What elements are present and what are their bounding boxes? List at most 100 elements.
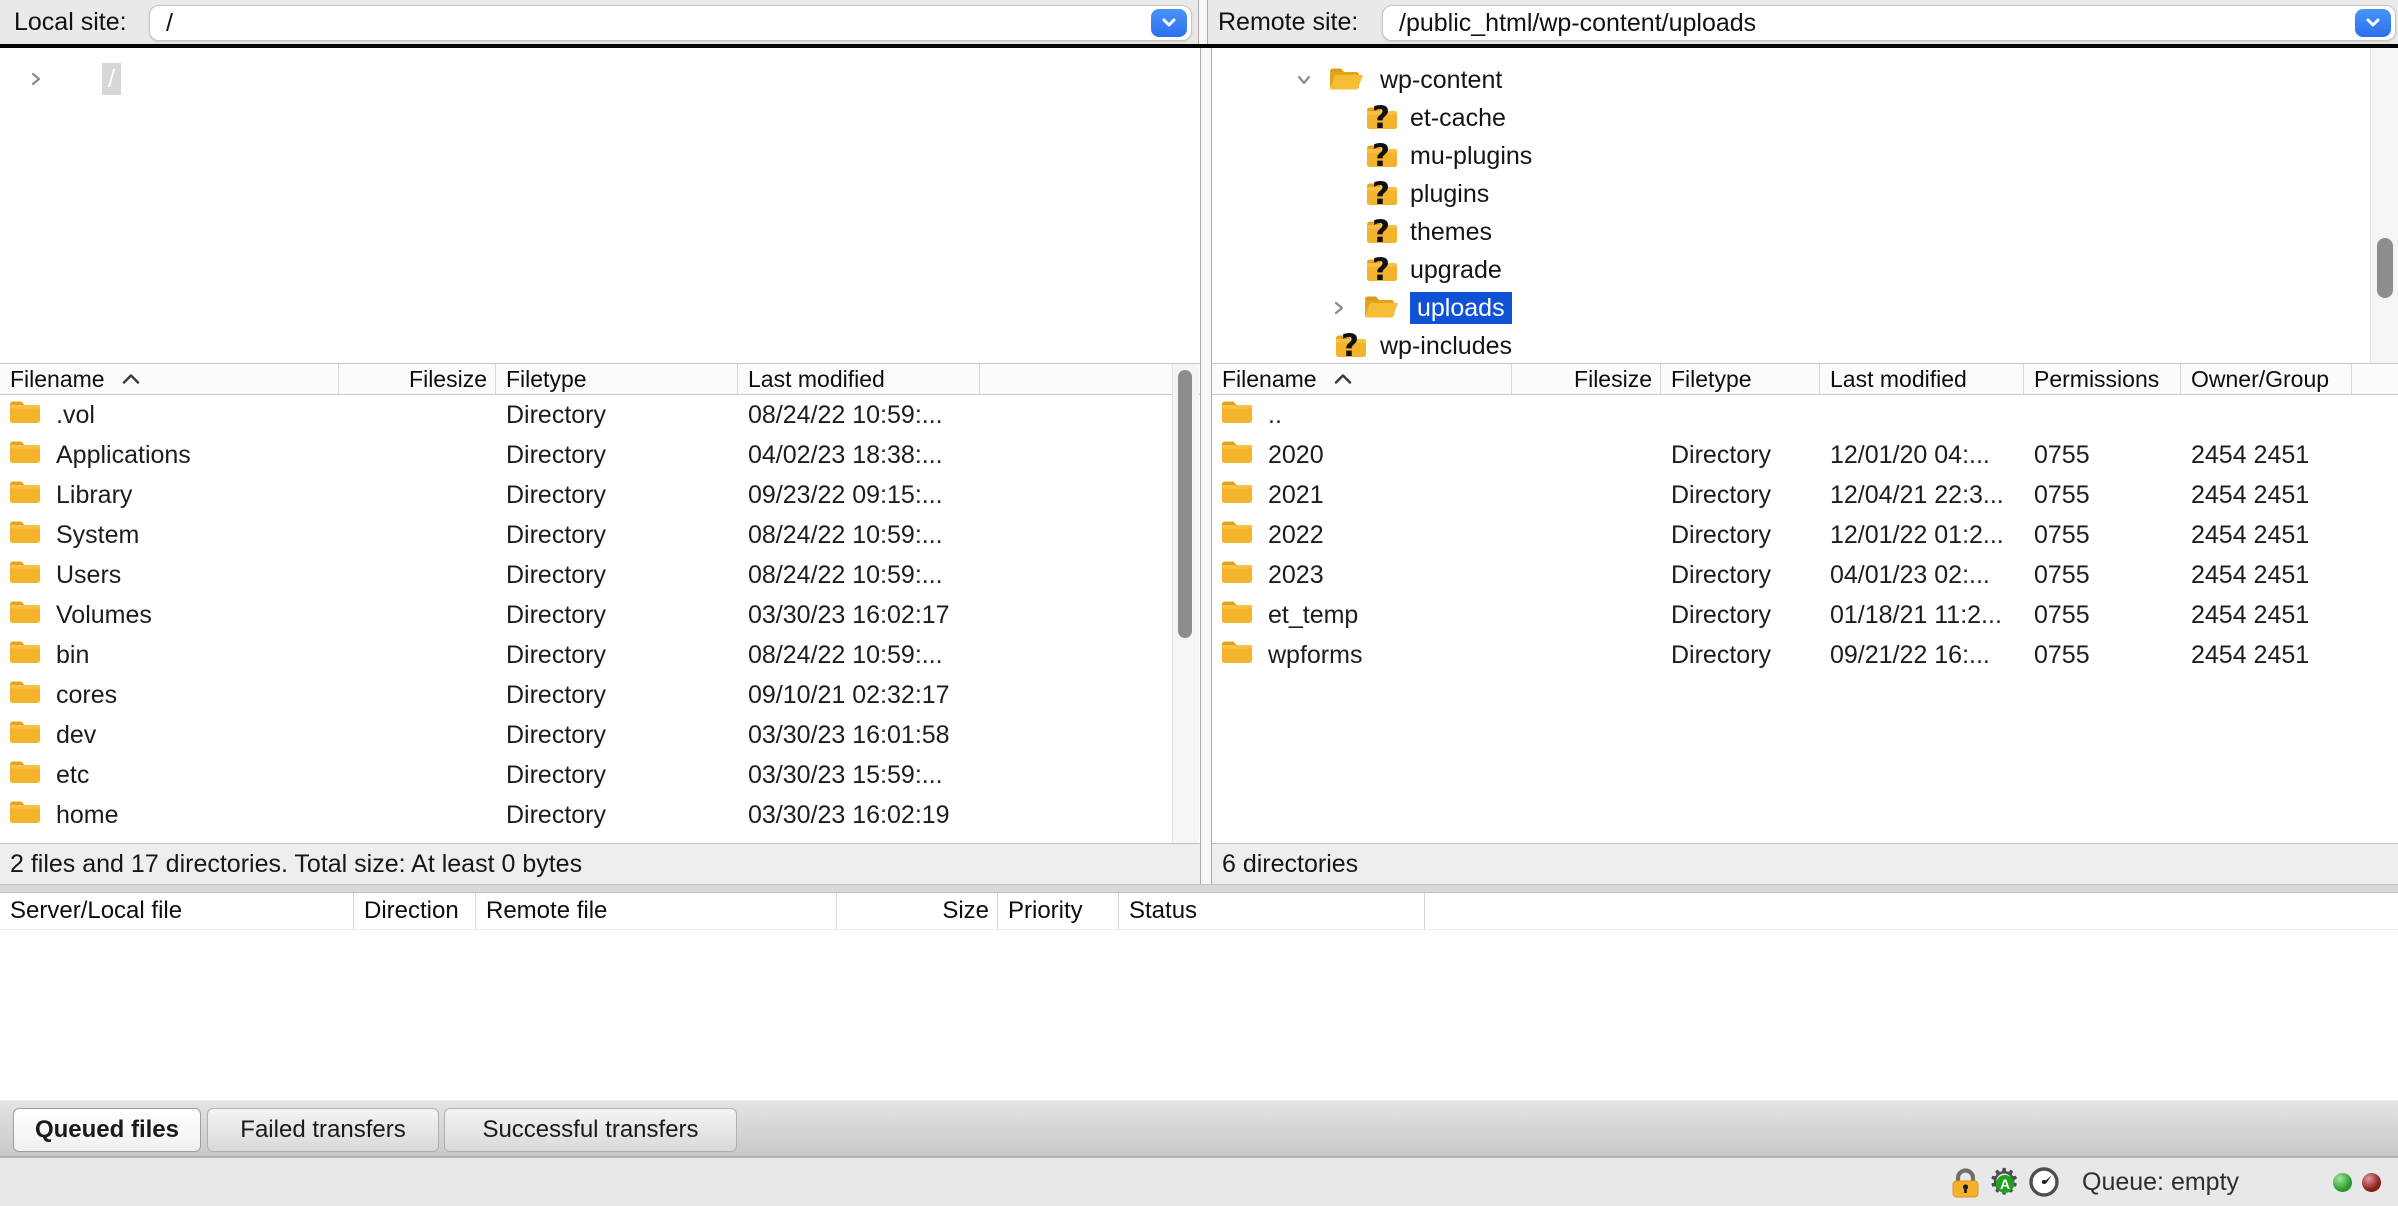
remote-list-header: Filename Filesize Filetype Last modified Per…	[1212, 363, 2398, 395]
tree-item-label: /	[102, 63, 121, 95]
lock-icon[interactable]	[1948, 1166, 1982, 1205]
file-row-Library[interactable]: Library Directory 09/23/22 09:15:...	[0, 475, 1200, 515]
file-row-Volumes[interactable]: Volumes Directory 03/30/23 16:02:17	[0, 595, 1200, 635]
gear-icon[interactable]: ⚙ A	[1988, 1165, 2022, 1201]
file-row-dev[interactable]: dev Directory 03/30/23 16:01:58	[0, 715, 1200, 755]
column-header-filename[interactable]: Filename	[1212, 364, 1512, 394]
remote-tree-scrollbar-thumb[interactable]	[2377, 238, 2393, 298]
horizontal-splitter[interactable]	[0, 884, 2398, 893]
folder-icon	[8, 558, 42, 593]
chevron-down-icon[interactable]	[1296, 72, 1312, 93]
remote-status-bar: 6 directories	[1212, 843, 2398, 884]
file-row-wpforms[interactable]: wpforms Directory 09/21/22 16:... 0755 2454 …	[1212, 635, 2398, 675]
column-header-filetype[interactable]: Filetype	[496, 364, 738, 394]
local-status-bar: 2 files and 17 directories. Total size: …	[0, 843, 1200, 884]
autoupdate-badge: A	[1996, 1175, 2014, 1193]
column-header-status[interactable]: Status	[1119, 893, 1425, 929]
green-light-indicator	[2333, 1173, 2352, 1192]
folder-question-icon: ?	[1365, 252, 1399, 289]
local-site-path: /	[166, 9, 173, 37]
file-row-2020[interactable]: 2020 Directory 12/01/20 04:... 0755 2454 245…	[1212, 435, 2398, 475]
local-list-header: Filename Filesize Filetype Last modified	[0, 363, 1200, 395]
tree-item-themes[interactable]: ? themes	[1212, 213, 2398, 251]
column-header-filesize[interactable]: Filesize	[339, 364, 496, 394]
chevron-down-icon	[2364, 14, 2382, 33]
column-header-server-local-file[interactable]: Server/Local file	[0, 893, 354, 929]
folder-icon	[1220, 438, 1254, 473]
remote-site-combobox[interactable]: /public_html/wp-content/uploads	[1382, 5, 2396, 41]
transfer-queue-list	[0, 930, 2398, 1100]
tab-queued-files[interactable]: Queued files	[13, 1108, 201, 1152]
column-header-size[interactable]: Size	[837, 893, 998, 929]
tree-item-uploads[interactable]: uploads	[1212, 289, 2398, 327]
queue-status-text: Queue: empty	[2082, 1168, 2240, 1196]
folder-open-icon	[1362, 292, 1402, 327]
tree-item-wp-includes[interactable]: ? wp-includes	[1212, 327, 2398, 363]
file-row-Applications[interactable]: Applications Directory 04/02/23 18:38:...	[0, 435, 1200, 475]
remote-file-list: .. 2020 Directory 12/01/20 04:... 0755 2454 …	[1212, 395, 2398, 843]
tree-item-root[interactable]: /	[0, 60, 1200, 98]
local-site-dropdown-button[interactable]	[1151, 9, 1187, 37]
folder-icon	[1220, 478, 1254, 513]
address-toolbar: Local site: / Remote site: /public_html/…	[0, 0, 2398, 48]
local-list-scrollbar[interactable]	[1172, 364, 1199, 843]
file-row-etc[interactable]: etc Directory 03/30/23 15:59:...	[0, 755, 1200, 795]
file-row-2021[interactable]: 2021 Directory 12/04/21 22:3... 0755 2454 24…	[1212, 475, 2398, 515]
column-header-direction[interactable]: Direction	[354, 893, 476, 929]
file-row-et_temp[interactable]: et_temp Directory 01/18/21 11:2... 0755 2454…	[1212, 595, 2398, 635]
folder-icon	[8, 598, 42, 633]
chevron-right-icon[interactable]	[1331, 300, 1347, 321]
tree-item-upgrade[interactable]: ? upgrade	[1212, 251, 2398, 289]
tree-item-et-cache[interactable]: ? et-cache	[1212, 99, 2398, 137]
sort-ascending-icon	[121, 373, 141, 385]
folder-question-icon: ?	[1365, 138, 1399, 175]
local-site-combobox[interactable]: /	[149, 5, 1192, 41]
file-row-2023[interactable]: 2023 Directory 04/01/23 02:... 0755 2454 245…	[1212, 555, 2398, 595]
tree-item-label: mu-plugins	[1410, 142, 1533, 170]
column-header-remote-file[interactable]: Remote file	[476, 893, 837, 929]
file-row-Users[interactable]: Users Directory 08/24/22 10:59:...	[0, 555, 1200, 595]
folder-icon	[8, 518, 42, 553]
tab-failed-transfers[interactable]: Failed transfers	[207, 1108, 439, 1152]
column-header-owner-group[interactable]: Owner/Group	[2181, 364, 2352, 394]
tree-item-label: wp-includes	[1380, 332, 1513, 360]
chevron-down-icon	[1160, 14, 1178, 33]
column-header-filename[interactable]: Filename	[0, 364, 339, 394]
tree-item-label: upgrade	[1410, 256, 1502, 284]
file-row-bin[interactable]: bin Directory 08/24/22 10:59:...	[0, 635, 1200, 675]
remote-site-path: /public_html/wp-content/uploads	[1399, 9, 1757, 37]
folder-open-icon	[1327, 64, 1367, 99]
toolbar-divider	[1198, 0, 1208, 44]
file-row-home[interactable]: home Directory 03/30/23 16:02:19	[0, 795, 1200, 835]
chevron-right-icon[interactable]	[28, 71, 44, 92]
folder-icon	[8, 438, 42, 473]
tree-item-mu-plugins[interactable]: ? mu-plugins	[1212, 137, 2398, 175]
file-row-2022[interactable]: 2022 Directory 12/01/22 01:2... 0755 2454 24…	[1212, 515, 2398, 555]
folder-icon	[1220, 518, 1254, 553]
folder-icon	[1220, 638, 1254, 673]
local-list-scrollbar-thumb[interactable]	[1178, 370, 1192, 638]
folder-icon	[8, 718, 42, 753]
folder-question-icon: ?	[1365, 100, 1399, 137]
remote-site-label: Remote site:	[1218, 8, 1359, 36]
remote-site-dropdown-button[interactable]	[2355, 9, 2391, 37]
file-row-.vol[interactable]: .vol Directory 08/24/22 10:59:...	[0, 395, 1200, 435]
column-header-filesize[interactable]: Filesize	[1512, 364, 1661, 394]
tree-item-label: et-cache	[1410, 104, 1506, 132]
file-row-cores[interactable]: cores Directory 09/10/21 02:32:17	[0, 675, 1200, 715]
pane-splitter[interactable]	[1200, 48, 1212, 893]
file-row-..[interactable]: ..	[1212, 395, 2398, 435]
tree-item-label: wp-content	[1380, 66, 1503, 94]
sort-ascending-icon	[1333, 373, 1353, 385]
remote-tree-scrollbar[interactable]	[2370, 48, 2398, 363]
tree-item-plugins[interactable]: ? plugins	[1212, 175, 2398, 213]
speedometer-icon[interactable]	[2028, 1166, 2060, 1203]
column-header-priority[interactable]: Priority	[998, 893, 1119, 929]
column-header-last-modified[interactable]: Last modified	[738, 364, 980, 394]
column-header-last-modified[interactable]: Last modified	[1820, 364, 2024, 394]
tree-item-wp-content[interactable]: wp-content	[1212, 61, 2398, 99]
column-header-filetype[interactable]: Filetype	[1661, 364, 1820, 394]
column-header-permissions[interactable]: Permissions	[2024, 364, 2181, 394]
tab-successful-transfers[interactable]: Successful transfers	[444, 1108, 737, 1152]
file-row-System[interactable]: System Directory 08/24/22 10:59:...	[0, 515, 1200, 555]
